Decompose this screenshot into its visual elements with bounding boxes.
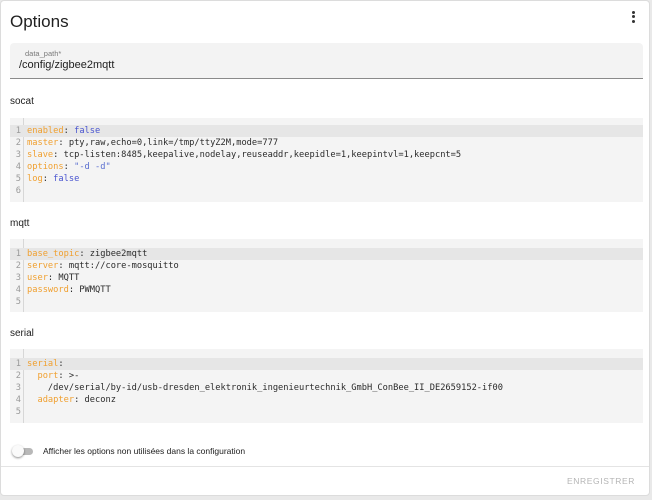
yaml-key: password <box>27 285 69 295</box>
line-number: 4 <box>15 162 21 172</box>
yaml-value: : mqtt://core-mosquitto <box>58 261 179 271</box>
yaml-value: : deconz <box>74 395 116 405</box>
show-unused-options-toggle[interactable] <box>12 445 34 457</box>
code-line[interactable]: 3 user: MQTT <box>10 272 643 284</box>
code-line[interactable]: 5 <box>10 296 643 308</box>
yaml-key: user <box>27 273 48 283</box>
code-text: master: pty,raw,echo=0,link=/tmp/ttyZ2M,… <box>27 137 278 149</box>
yaml-value: : <box>58 359 64 369</box>
line-number: 6 <box>15 186 21 196</box>
code-line[interactable]: 2 master: pty,raw,echo=0,link=/tmp/ttyZ2M… <box>10 137 643 149</box>
yaml-key: slave <box>27 150 54 160</box>
line-number: 2 <box>15 371 21 381</box>
line-number: 5 <box>15 174 21 184</box>
yaml-value: : <box>42 174 54 184</box>
line-number: 5 <box>15 407 21 417</box>
code-line[interactable]: 4 options: "-d -d" <box>10 161 643 173</box>
code-text: server: mqtt://core-mosquitto <box>27 260 179 272</box>
code-line[interactable]: 3 slave: tcp-listen:8485,keepalive,nodela… <box>10 149 643 161</box>
yaml-boolean: false <box>53 174 80 184</box>
footer-divider <box>1 466 649 467</box>
yaml-key: port <box>27 371 59 381</box>
yaml-value: : <box>63 162 75 172</box>
yaml-key: base_topic <box>27 249 80 259</box>
yaml-string: "-d -d" <box>74 162 111 172</box>
yaml-value: : tcp-listen:8485,keepalive,nodelay,reus… <box>53 150 462 160</box>
line-number: 1 <box>15 126 21 136</box>
show-unused-options-label: Afficher les options non utilisées dans … <box>43 446 246 456</box>
code-text: password: PWMQTT <box>27 284 111 296</box>
code-line[interactable]: 3 /dev/serial/by-id/usb-dresden_elektron… <box>10 382 643 394</box>
line-number: 2 <box>15 138 21 148</box>
more-vertical-icon[interactable] <box>627 9 639 25</box>
yaml-value: : pty,raw,echo=0,link=/tmp/ttyZ2M,mode=7… <box>58 138 279 148</box>
code-text: enabled: false <box>27 125 100 137</box>
yaml-value: : >- <box>58 371 80 381</box>
line-number: 3 <box>15 383 21 393</box>
code-text: log: false <box>27 173 79 185</box>
code-line[interactable]: 4 password: PWMQTT <box>10 284 643 296</box>
page-title: Options <box>10 12 69 31</box>
yaml-boolean: false <box>74 126 101 136</box>
yaml-key: master <box>27 138 59 148</box>
code-text: serial: <box>27 358 64 370</box>
yaml-key: adapter <box>27 395 75 405</box>
yaml-value: : PWMQTT <box>68 285 111 295</box>
yaml-key: options <box>27 162 64 172</box>
code-text: /dev/serial/by-id/usb-dresden_elektronik… <box>27 382 503 394</box>
serial-section-label: serial <box>10 328 34 339</box>
data-path-label: data_path* <box>25 49 62 58</box>
line-number: 4 <box>15 285 21 295</box>
yaml-key: server <box>27 261 59 271</box>
line-number: 2 <box>15 261 21 271</box>
yaml-value: /dev/serial/by-id/usb-dresden_elektronik… <box>27 383 503 393</box>
code-text: options: "-d -d" <box>27 161 111 173</box>
line-number: 3 <box>15 150 21 160</box>
mqtt-section-label: mqtt <box>10 218 30 229</box>
code-line[interactable]: 1 enabled: false <box>10 125 643 137</box>
code-line[interactable]: 1 base_topic: zigbee2mqtt <box>10 248 643 260</box>
code-line[interactable]: 5 log: false <box>10 173 643 185</box>
line-number: 3 <box>15 273 21 283</box>
code-line[interactable]: 6 <box>10 185 643 197</box>
yaml-value: : MQTT <box>47 273 80 283</box>
save-button[interactable]: ENREGISTRER <box>567 476 635 486</box>
data-path-input[interactable] <box>19 59 619 71</box>
code-text: port: >- <box>27 370 79 382</box>
yaml-key: log <box>27 174 43 184</box>
code-text: user: MQTT <box>27 272 79 284</box>
data-path-field[interactable]: data_path* <box>10 43 643 79</box>
code-line[interactable]: 4 adapter: deconz <box>10 394 643 406</box>
yaml-value: : zigbee2mqtt <box>79 249 148 259</box>
line-number: 1 <box>15 359 21 369</box>
line-number: 4 <box>15 395 21 405</box>
code-text: slave: tcp-listen:8485,keepalive,nodelay… <box>27 149 461 161</box>
line-number: 5 <box>15 297 21 307</box>
yaml-value: : <box>63 126 75 136</box>
options-card: Options data_path* socat 1 enabled: false… <box>0 0 650 496</box>
socat-section-label: socat <box>10 96 34 107</box>
code-line[interactable]: 5 <box>10 406 643 418</box>
code-line[interactable]: 2 port: >- <box>10 370 643 382</box>
socat-yaml-editor[interactable]: 1 enabled: false 2 master: pty,raw,echo=0,l… <box>10 118 643 202</box>
code-line[interactable]: 1 serial: <box>10 358 643 370</box>
code-line[interactable]: 2 server: mqtt://core-mosquitto <box>10 260 643 272</box>
mqtt-yaml-editor[interactable]: 1 base_topic: zigbee2mqtt 2 server: mqtt://… <box>10 239 643 312</box>
code-text: base_topic: zigbee2mqtt <box>27 248 147 260</box>
serial-yaml-editor[interactable]: 1 serial: 2 port: >- 3 /dev/serial/by-id/us… <box>10 349 643 423</box>
line-number: 1 <box>15 249 21 259</box>
yaml-key: enabled <box>27 126 64 136</box>
code-text: adapter: deconz <box>27 394 116 406</box>
toggle-thumb <box>12 445 24 457</box>
yaml-key: serial <box>27 359 59 369</box>
